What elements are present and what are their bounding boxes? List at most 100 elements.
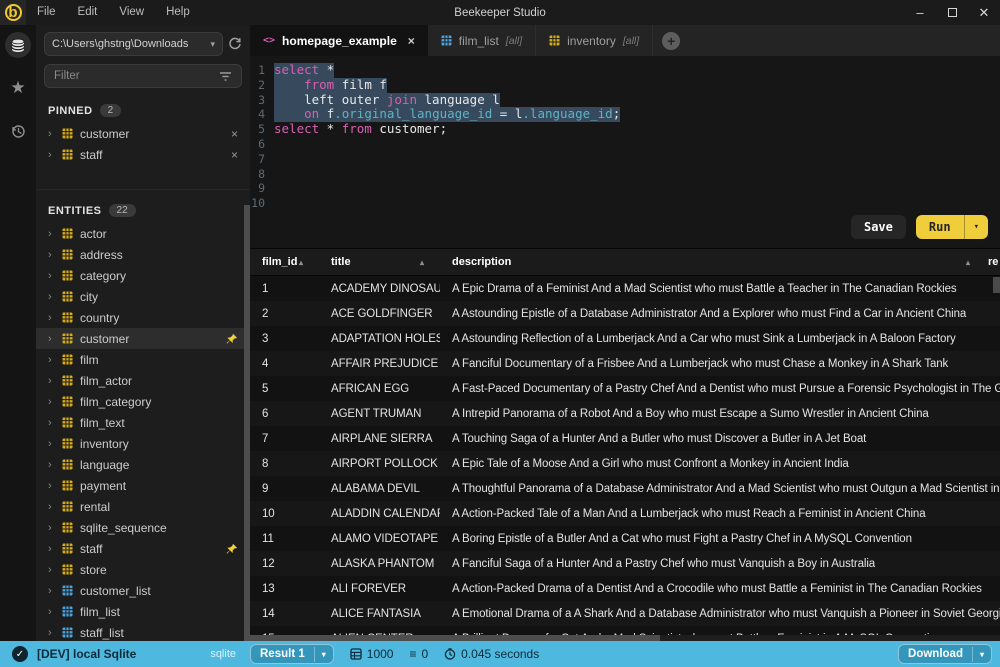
code-line-2[interactable]: 2 from film f	[250, 78, 1000, 93]
chevron-right-icon[interactable]: ›	[48, 228, 55, 240]
chevron-right-icon[interactable]: ›	[48, 522, 55, 534]
run-button-label[interactable]: Run	[916, 215, 964, 239]
entity-item-film_list[interactable]: ›film_list	[36, 601, 250, 622]
entity-item-city[interactable]: ›city	[36, 286, 250, 307]
table-row[interactable]: 15ALIEN CENTERA Brilliant Drama of a Cat…	[250, 626, 1000, 635]
pinned-header[interactable]: PINNED 2	[36, 104, 250, 123]
refresh-button[interactable]	[228, 37, 242, 51]
close-button[interactable]: ✕	[968, 0, 1000, 25]
new-tab-button[interactable]: +	[662, 32, 680, 50]
entity-item-film[interactable]: ›film	[36, 349, 250, 370]
column-header-film_id[interactable]: film_id▴	[250, 249, 319, 275]
entity-item-film_category[interactable]: ›film_category	[36, 391, 250, 412]
table-row[interactable]: 2ACE GOLDFINGERA Astounding Epistle of a…	[250, 301, 1000, 326]
download-button[interactable]: Download ▾	[898, 644, 992, 664]
code-line-10[interactable]: 10	[250, 196, 1000, 211]
table-row[interactable]: 5AFRICAN EGGA Fast-Paced Documentary of …	[250, 376, 1000, 401]
chevron-right-icon[interactable]: ›	[48, 501, 55, 513]
chevron-right-icon[interactable]: ›	[48, 417, 55, 429]
sort-asc-icon[interactable]: ▴	[299, 258, 303, 267]
entities-header[interactable]: ENTITIES 22	[36, 204, 250, 223]
chevron-right-icon[interactable]: ›	[48, 543, 55, 555]
entity-item-sqlite_sequence[interactable]: ›sqlite_sequence	[36, 517, 250, 538]
entity-item-store[interactable]: ›store	[36, 559, 250, 580]
entity-item-film_actor[interactable]: ›film_actor	[36, 370, 250, 391]
table-row[interactable]: 14ALICE FANTASIAA Emotional Drama of a A…	[250, 601, 1000, 626]
entity-item-address[interactable]: ›address	[36, 244, 250, 265]
chevron-right-icon[interactable]: ›	[48, 149, 55, 161]
table-row[interactable]: 11ALAMO VIDEOTAPEA Boring Epistle of a B…	[250, 526, 1000, 551]
code-line-3[interactable]: 3 left outer join language l	[250, 93, 1000, 108]
menu-file[interactable]: File	[26, 0, 67, 25]
table-row[interactable]: 7AIRPLANE SIERRAA Touching Saga of a Hun…	[250, 426, 1000, 451]
entity-item-customer_list[interactable]: ›customer_list	[36, 580, 250, 601]
code-line-4[interactable]: 4 on f.original_language_id = l.language…	[250, 107, 1000, 122]
chevron-right-icon[interactable]: ›	[48, 375, 55, 387]
chevron-right-icon[interactable]: ›	[48, 270, 55, 282]
code-line-5[interactable]: 5select * from customer;	[250, 122, 1000, 137]
tab-film_list[interactable]: film_list[all]	[428, 25, 536, 56]
chevron-right-icon[interactable]: ›	[48, 480, 55, 492]
code-line-9[interactable]: 9	[250, 181, 1000, 196]
chevron-right-icon[interactable]: ›	[48, 249, 55, 261]
sort-asc-icon[interactable]: ▴	[420, 258, 424, 267]
unpin-close-icon[interactable]: ×	[231, 148, 238, 162]
chevron-right-icon[interactable]: ›	[48, 459, 55, 471]
menu-edit[interactable]: Edit	[67, 0, 109, 25]
code-line-8[interactable]: 8	[250, 167, 1000, 182]
chevron-right-icon[interactable]: ›	[48, 585, 55, 597]
column-header-re[interactable]: re	[986, 249, 1000, 275]
entity-item-actor[interactable]: ›actor	[36, 223, 250, 244]
chevron-right-icon[interactable]: ›	[48, 128, 55, 140]
table-row[interactable]: 10ALADDIN CALENDARA Action-Packed Tale o…	[250, 501, 1000, 526]
chevron-right-icon[interactable]: ›	[48, 354, 55, 366]
sql-editor[interactable]: 1select *2 from film f3 left outer join …	[250, 56, 1000, 248]
tab-homepage_example[interactable]: <>homepage_example×	[250, 25, 428, 56]
entity-item-staff_list[interactable]: ›staff_list	[36, 622, 250, 643]
column-header-description[interactable]: description▴	[440, 249, 986, 275]
tables-rail-button[interactable]	[5, 32, 31, 58]
menu-view[interactable]: View	[108, 0, 155, 25]
chevron-right-icon[interactable]: ›	[48, 291, 55, 303]
table-row[interactable]: 6AGENT TRUMANA Intrepid Panorama of a Ro…	[250, 401, 1000, 426]
chevron-right-icon[interactable]: ›	[48, 312, 55, 324]
sort-asc-icon[interactable]: ▴	[966, 258, 970, 267]
chevron-right-icon[interactable]: ›	[48, 606, 55, 618]
entity-item-country[interactable]: ›country	[36, 307, 250, 328]
entity-item-film_text[interactable]: ›film_text	[36, 412, 250, 433]
filter-input[interactable]: Filter	[44, 64, 242, 88]
run-options-caret[interactable]: ▾	[964, 215, 988, 239]
menu-help[interactable]: Help	[155, 0, 201, 25]
entity-item-language[interactable]: ›language	[36, 454, 250, 475]
code-line-7[interactable]: 7	[250, 152, 1000, 167]
tab-close-icon[interactable]: ×	[408, 34, 415, 48]
table-row[interactable]: 3ADAPTATION HOLESA Astounding Reflection…	[250, 326, 1000, 351]
code-line-6[interactable]: 6	[250, 137, 1000, 152]
table-row[interactable]: 9ALABAMA DEVILA Thoughtful Panorama of a…	[250, 476, 1000, 501]
entity-item-inventory[interactable]: ›inventory	[36, 433, 250, 454]
chevron-right-icon[interactable]: ›	[48, 396, 55, 408]
code-line-1[interactable]: 1select *	[250, 63, 1000, 78]
table-row[interactable]: 4AFFAIR PREJUDICEA Fanciful Documentary …	[250, 351, 1000, 376]
chevron-right-icon[interactable]: ›	[48, 333, 55, 345]
table-row[interactable]: 13ALI FOREVERA Action-Packed Drama of a …	[250, 576, 1000, 601]
table-row[interactable]: 1ACADEMY DINOSAURA Epic Drama of a Femin…	[250, 276, 1000, 301]
column-header-title[interactable]: title▴	[319, 249, 440, 275]
chevron-right-icon[interactable]: ›	[48, 438, 55, 450]
minimize-button[interactable]: –	[904, 0, 936, 25]
results-vertical-scrollbar[interactable]	[993, 277, 1000, 293]
entity-item-payment[interactable]: ›payment	[36, 475, 250, 496]
entity-item-category[interactable]: ›category	[36, 265, 250, 286]
unpin-close-icon[interactable]: ×	[231, 127, 238, 141]
chevron-right-icon[interactable]: ›	[48, 627, 55, 639]
history-rail-button[interactable]	[5, 118, 31, 144]
favorites-rail-button[interactable]: ★	[5, 75, 31, 101]
tab-inventory[interactable]: inventory[all]	[536, 25, 653, 56]
pinned-item-staff[interactable]: ›staff×	[36, 144, 250, 165]
entity-item-rental[interactable]: ›rental	[36, 496, 250, 517]
maximize-button[interactable]	[936, 0, 968, 25]
table-row[interactable]: 12ALASKA PHANTOMA Fanciful Saga of a Hun…	[250, 551, 1000, 576]
table-row[interactable]: 8AIRPORT POLLOCKA Epic Tale of a Moose A…	[250, 451, 1000, 476]
entity-item-staff[interactable]: ›staff	[36, 538, 250, 559]
result-selector[interactable]: Result 1 ▾	[250, 644, 334, 664]
